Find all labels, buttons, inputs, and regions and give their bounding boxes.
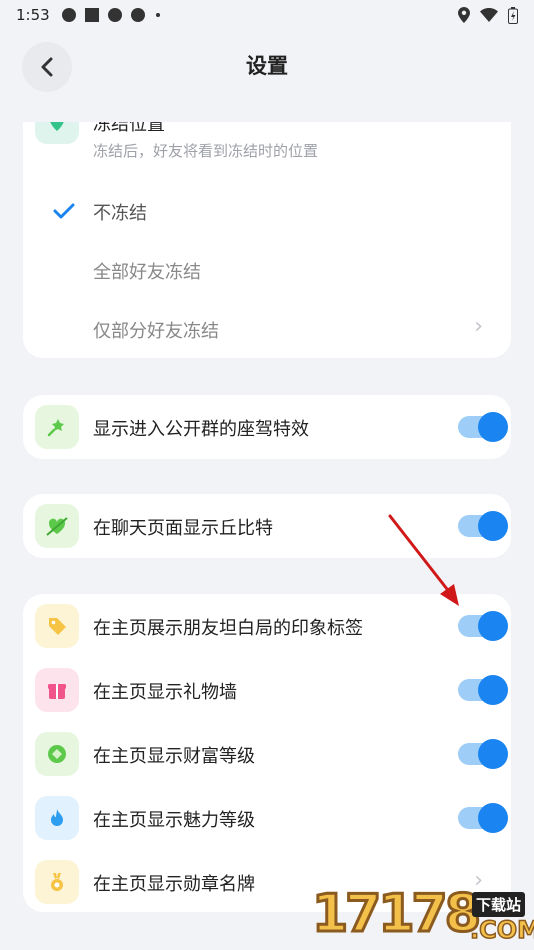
setting-label: 在主页显示勋章名牌 [93,874,255,895]
freeze-option-label: 不冻结 [93,203,147,224]
setting-label: 在聊天页面显示丘比特 [93,518,273,539]
seat-effect-card: 显示进入公开群的座驾特效 [23,395,511,459]
freeze-option-label: 仅部分好友冻结 [93,321,219,342]
toggle-knob [478,803,508,833]
annotation-arrow-icon [388,514,459,606]
setting-label: 在主页展示朋友坦白局的印象标签 [93,618,363,639]
freeze-description: 冻结后，好友将看到冻结时的位置 [93,142,319,160]
battery-icon [508,6,518,24]
freeze-title: 冻结位置 [93,122,165,135]
setting-label: 在主页显示魅力等级 [93,810,255,831]
gift-wall-toggle[interactable] [458,675,508,705]
toggle-knob [478,412,508,442]
seat-effect-toggle[interactable] [458,412,508,442]
wealth-level-toggle[interactable] [458,739,508,769]
medal-icon [35,860,79,904]
wifi-icon [480,8,498,22]
app-notification-icon [84,8,99,22]
sparkle-run-icon [35,405,79,449]
app-notification-icon [130,8,145,22]
toggle-knob [478,675,508,705]
setting-row-wealth-level: 在主页显示财富等级 [23,722,511,786]
check-icon [53,203,75,219]
setting-row-seat-effect: 显示进入公开群的座驾特效 [23,395,511,459]
status-time: 1:53 [16,6,50,24]
charm-level-toggle[interactable] [458,803,508,833]
app-notification-icon [107,8,122,22]
toggle-knob [478,611,508,641]
freeze-option-partial[interactable]: 仅部分好友冻结 › [23,300,511,358]
setting-row-gift-wall: 在主页显示礼物墙 [23,658,511,722]
chevron-right-icon: › [474,314,483,339]
watermark-domain: .COM [469,915,534,945]
heart-arrow-icon [35,504,79,548]
status-bar: 1:53 [0,0,534,30]
freeze-location-card: 冻结位置 冻结后，好友将看到冻结时的位置 不冻结 全部好友冻结 仅部分好友冻结 … [23,122,511,358]
toggle-knob [478,511,508,541]
app-notification-icon [61,8,76,22]
profile-display-card: 在主页展示朋友坦白局的印象标签 在主页显示礼物墙 在主页显示财富等级 在主页显示… [23,594,511,912]
location-freeze-icon [35,122,79,144]
location-icon [458,7,470,23]
setting-label: 在主页显示礼物墙 [93,682,237,703]
watermark-badge: 下载站 [472,892,526,917]
freeze-option-all[interactable]: 全部好友冻结 [23,241,511,299]
page-title: 设置 [246,54,288,78]
watermark-number: 17178 [311,883,483,946]
diamond-icon [35,732,79,776]
setting-label: 在主页显示财富等级 [93,746,255,767]
impression-tags-toggle[interactable] [458,611,508,641]
freeze-option-none[interactable]: 不冻结 [23,182,511,240]
gift-icon [35,668,79,712]
freeze-option-label: 全部好友冻结 [93,262,201,283]
top-nav: 设置 [0,30,534,122]
flame-icon [35,796,79,840]
setting-label: 显示进入公开群的座驾特效 [93,419,309,440]
site-watermark: 17178 下载站 .COM [311,883,534,950]
more-notifications-icon [155,13,160,17]
setting-row-charm-level: 在主页显示魅力等级 [23,786,511,850]
tag-icon [35,604,79,648]
toggle-knob [478,739,508,769]
